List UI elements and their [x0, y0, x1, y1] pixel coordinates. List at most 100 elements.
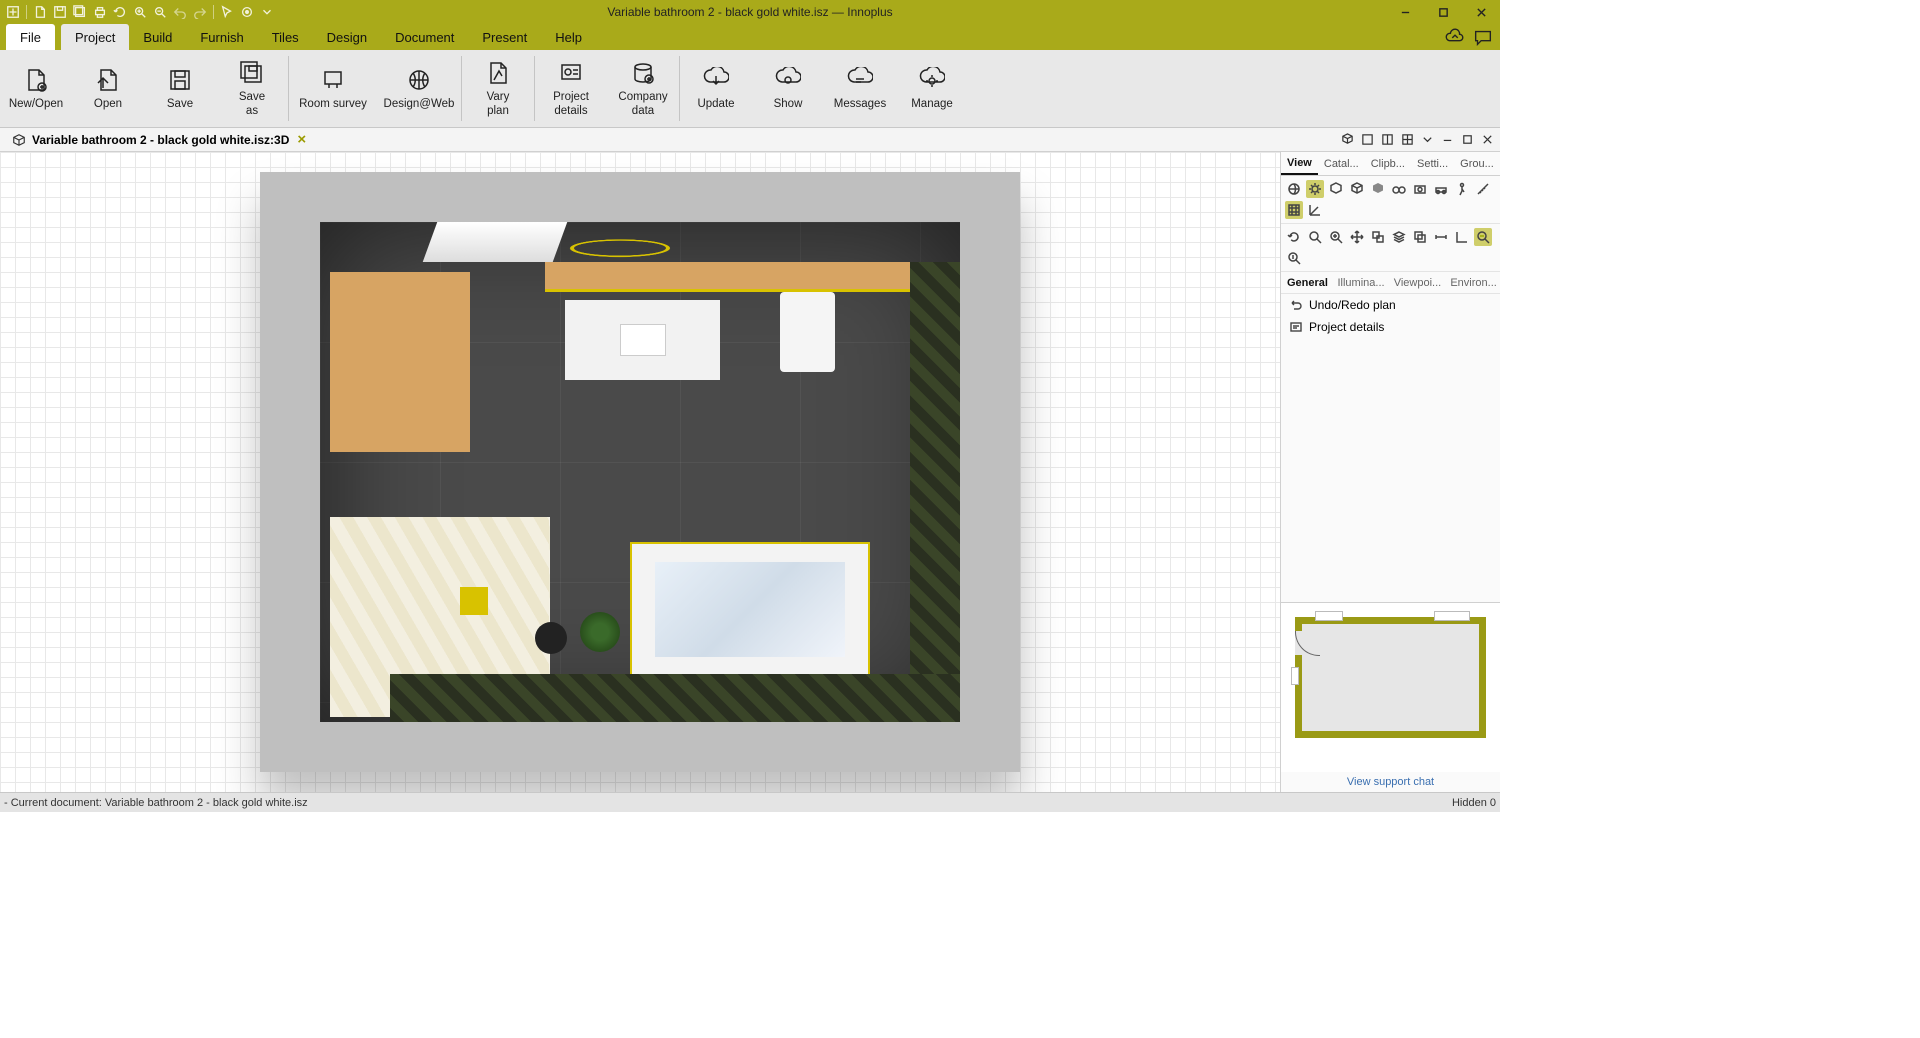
qa-refresh-icon[interactable]: [111, 3, 129, 21]
vp-minimize-icon[interactable]: [1438, 131, 1456, 149]
mode-globe-icon[interactable]: [1285, 180, 1303, 198]
cloud-sync-icon[interactable]: [1444, 27, 1466, 47]
mode-walk-icon[interactable]: [1453, 180, 1471, 198]
qa-new-icon[interactable]: [31, 3, 49, 21]
item-label: Project details: [1309, 320, 1384, 334]
panel-tab-view[interactable]: View: [1281, 152, 1318, 175]
separator: [26, 5, 27, 19]
qa-target-icon[interactable]: [238, 3, 256, 21]
menu-document[interactable]: Document: [381, 24, 468, 50]
close-button[interactable]: [1462, 0, 1500, 24]
menu-build[interactable]: Build: [129, 24, 186, 50]
act-refresh-icon[interactable]: [1285, 228, 1303, 246]
vp-box-icon[interactable]: [1358, 131, 1376, 149]
rib-label: Save as: [239, 91, 265, 117]
rib-show[interactable]: Show: [752, 50, 824, 127]
mode-angle-icon[interactable]: [1306, 201, 1324, 219]
menu-design[interactable]: Design: [313, 24, 381, 50]
mode-wire-icon[interactable]: [1348, 180, 1366, 198]
minimap-door: [1295, 631, 1319, 655]
qa-zoomout-icon[interactable]: [151, 3, 169, 21]
qa-panel-icon[interactable]: [4, 3, 22, 21]
qa-print-icon[interactable]: [91, 3, 109, 21]
vp-close-icon[interactable]: [1478, 131, 1496, 149]
rib-manage[interactable]: Manage: [896, 50, 968, 127]
item-project-details[interactable]: Project details: [1281, 316, 1500, 338]
vp-grid-icon[interactable]: [1398, 131, 1416, 149]
vp-maximize-icon[interactable]: [1458, 131, 1476, 149]
qa-save-icon[interactable]: [51, 3, 69, 21]
minimize-button[interactable]: [1386, 0, 1424, 24]
qa-undo-icon[interactable]: [171, 3, 189, 21]
act-measure-icon[interactable]: [1453, 228, 1471, 246]
view-mode-toolbar: [1281, 176, 1500, 224]
mode-camera-icon[interactable]: [1411, 180, 1429, 198]
chat-icon[interactable]: [1472, 27, 1494, 47]
menu-help[interactable]: Help: [541, 24, 596, 50]
vp-dropdown-icon[interactable]: [1418, 131, 1436, 149]
floor-spot: [535, 622, 567, 654]
mode-ruler-icon[interactable]: [1474, 180, 1492, 198]
panel-tab-catalog[interactable]: Catal...: [1318, 152, 1365, 175]
qa-redo-icon[interactable]: [191, 3, 209, 21]
panel-tab-clipboard[interactable]: Clipb...: [1365, 152, 1411, 175]
rib-messages[interactable]: Messages: [824, 50, 896, 127]
minimap[interactable]: [1281, 602, 1500, 772]
qa-dropdown-icon[interactable]: [258, 3, 276, 21]
act-layers-icon[interactable]: [1390, 228, 1408, 246]
menu-file[interactable]: File: [6, 24, 55, 50]
maximize-button[interactable]: [1424, 0, 1462, 24]
mode-sun-icon[interactable]: [1306, 180, 1324, 198]
rib-design-web[interactable]: Design@Web: [377, 50, 461, 127]
rib-save[interactable]: Save: [144, 50, 216, 127]
rib-project-details[interactable]: Project details: [535, 50, 607, 127]
qa-cursor-icon[interactable]: [218, 3, 236, 21]
panel-tab-groups[interactable]: Grou...: [1454, 152, 1500, 175]
rib-new-open[interactable]: New/Open: [0, 50, 72, 127]
act-find-icon[interactable]: [1285, 249, 1303, 267]
mode-binoculars-icon[interactable]: [1390, 180, 1408, 198]
menu-tiles[interactable]: Tiles: [258, 24, 313, 50]
panel-tab-settings[interactable]: Setti...: [1411, 152, 1454, 175]
mode-shade-icon[interactable]: [1369, 180, 1387, 198]
close-tab-icon[interactable]: ×: [297, 131, 306, 148]
tile-wall-bottom: [390, 674, 960, 722]
item-label: Undo/Redo plan: [1309, 298, 1396, 312]
rib-company-data[interactable]: Company data: [607, 50, 679, 127]
menu-project[interactable]: Project: [61, 24, 129, 50]
rib-update[interactable]: Update: [680, 50, 752, 127]
document-tab[interactable]: Variable bathroom 2 - black gold white.i…: [4, 128, 314, 151]
window-fixture: [423, 222, 568, 262]
subtab-general[interactable]: General: [1281, 272, 1331, 293]
qa-zoomin-icon[interactable]: [131, 3, 149, 21]
mode-cube-icon[interactable]: [1327, 180, 1345, 198]
act-dimension-icon[interactable]: [1432, 228, 1450, 246]
cube-icon: [12, 133, 26, 147]
act-zoom-icon[interactable]: [1306, 228, 1324, 246]
rib-label: Company data: [618, 91, 667, 117]
qa-saveall-icon[interactable]: [71, 3, 89, 21]
subtab-environment[interactable]: Environ...: [1444, 272, 1500, 293]
act-select-icon[interactable]: [1369, 228, 1387, 246]
mode-car-icon[interactable]: [1432, 180, 1450, 198]
rib-save-as[interactable]: Save as: [216, 50, 288, 127]
window-controls: [1386, 0, 1500, 24]
vp-cube-icon[interactable]: [1338, 131, 1356, 149]
act-highlight-icon[interactable]: [1474, 228, 1492, 246]
act-move-icon[interactable]: [1348, 228, 1366, 246]
act-zoomfit-icon[interactable]: [1327, 228, 1345, 246]
item-undo-redo-plan[interactable]: Undo/Redo plan: [1281, 294, 1500, 316]
rib-room-survey[interactable]: Room survey: [289, 50, 377, 127]
subtab-illumination[interactable]: Illumina...: [1331, 272, 1387, 293]
rib-label: Save: [167, 98, 193, 111]
support-chat-link[interactable]: View support chat: [1281, 772, 1500, 792]
vp-split-icon[interactable]: [1378, 131, 1396, 149]
mode-grid-icon[interactable]: [1285, 201, 1303, 219]
menu-present[interactable]: Present: [468, 24, 541, 50]
act-copy-icon[interactable]: [1411, 228, 1429, 246]
viewport-3d[interactable]: [0, 152, 1280, 792]
rib-open[interactable]: Open: [72, 50, 144, 127]
rib-vary-plan[interactable]: Vary plan: [462, 50, 534, 127]
menu-furnish[interactable]: Furnish: [186, 24, 257, 50]
subtab-viewpoint[interactable]: Viewpoi...: [1388, 272, 1445, 293]
